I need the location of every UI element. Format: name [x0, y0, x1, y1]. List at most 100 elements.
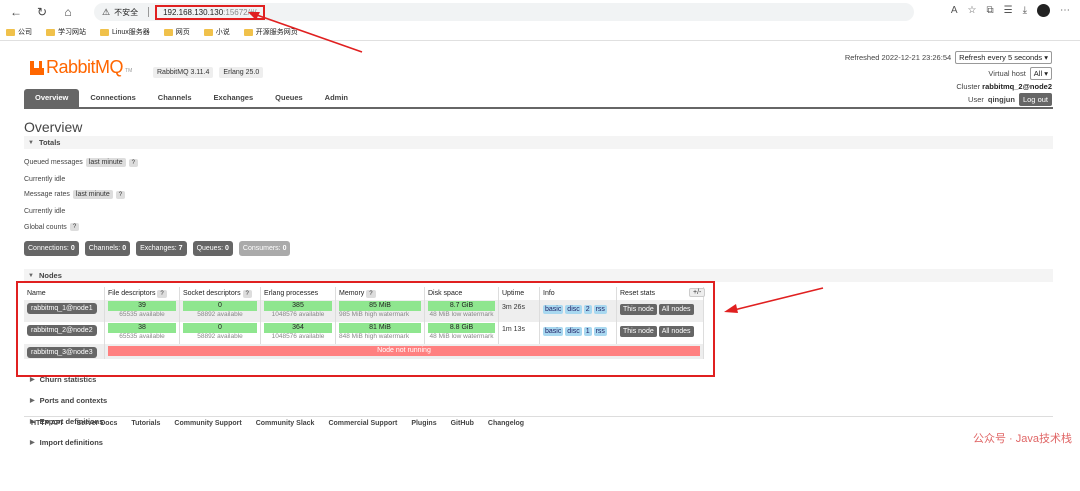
bookmark-item[interactable]: 学习网站: [46, 27, 86, 37]
bookmark-label: 小说: [215, 29, 230, 36]
info-badge[interactable]: rss: [593, 305, 607, 314]
info-badge[interactable]: 2: [583, 305, 592, 314]
churn-statistics-toggle[interactable]: ▶ Churn statistics: [30, 375, 96, 384]
footer-link-commercial-support[interactable]: Commercial Support: [328, 420, 397, 427]
collections-icon[interactable]: ☰: [1004, 5, 1013, 16]
footer-link-community-slack[interactable]: Community Slack: [256, 420, 315, 427]
nodes-table: Name File descriptors ? Socket descripto…: [24, 287, 704, 359]
sd-available: 58892 available: [197, 311, 243, 318]
column-toggle-button[interactable]: +/-: [689, 288, 706, 297]
col-info[interactable]: Info: [539, 287, 617, 300]
consumers-count[interactable]: Consumers: 0: [238, 241, 291, 256]
sd-bar: 0: [183, 323, 257, 333]
download-icon[interactable]: ⤓: [1023, 5, 1027, 16]
favorite-star-icon[interactable]: ☆: [968, 5, 977, 16]
footer-link-github[interactable]: GitHub: [451, 420, 474, 427]
tab-overview[interactable]: Overview: [24, 89, 80, 107]
col-erlang-processes[interactable]: Erlang processes: [260, 287, 336, 300]
bookmarks-bar: 公司 学习网站 Linux服务器 网页 小说 开源服务网页: [0, 24, 1080, 41]
bookmark-item[interactable]: Linux服务器: [100, 27, 150, 37]
col-socket-descriptors[interactable]: Socket descriptors ?: [179, 287, 261, 300]
channels-count[interactable]: Channels: 0: [84, 241, 131, 256]
exchanges-count[interactable]: Exchanges: 7: [136, 241, 187, 256]
node-link[interactable]: rabbitmq_2@node2: [27, 325, 97, 336]
help-button: ?: [366, 290, 376, 298]
footer-link-http-api[interactable]: HTTP API: [31, 420, 63, 427]
collapsed-triangle-icon: ▶: [30, 377, 35, 383]
address-bar[interactable]: ⚠ 不安全 192.168.130.130:15672/#/: [94, 3, 914, 21]
help-button[interactable]: ?: [115, 190, 126, 199]
section-title: Ports and contexts: [39, 396, 108, 405]
bookmark-item[interactable]: 公司: [6, 27, 32, 37]
bookmark-item[interactable]: 小说: [203, 27, 230, 37]
refresh-interval-select[interactable]: Refresh every 5 seconds ▾: [955, 51, 1052, 64]
import-definitions-toggle[interactable]: ▶ Import definitions: [30, 438, 103, 447]
profile-avatar[interactable]: [1037, 4, 1050, 17]
help-button[interactable]: ?: [128, 158, 138, 167]
totals-section-toggle[interactable]: ▼ Totals: [24, 136, 1053, 149]
footer-link-community-support[interactable]: Community Support: [174, 420, 241, 427]
help-button: ?: [242, 290, 252, 298]
global-counts: Connections: 0 Channels: 0 Exchanges: 7 …: [24, 241, 291, 256]
extensions-icon[interactable]: ⧉: [986, 5, 993, 16]
col-file-descriptors[interactable]: File descriptors ?: [104, 287, 180, 300]
ports-contexts-toggle[interactable]: ▶ Ports and contexts: [30, 396, 107, 405]
sd-available: 58892 available: [197, 333, 243, 340]
info-badge[interactable]: basic: [543, 327, 564, 336]
vhost-select[interactable]: All ▾: [1029, 67, 1052, 80]
queued-messages-row: Queued messages last minute ?: [24, 158, 138, 167]
rabbitmq-logo[interactable]: RabbitMQ TM: [30, 57, 132, 78]
more-icon[interactable]: ⋯: [1060, 5, 1070, 16]
help-button[interactable]: ?: [69, 223, 80, 231]
reload-icon[interactable]: ↻: [32, 2, 52, 22]
logo-text: RabbitMQ: [46, 57, 124, 77]
browser-actions: A ☆ ⧉ ☰ ⤓ ⋯: [951, 4, 1070, 17]
table-row: rabbitmq_3@node3 Node not running: [24, 344, 704, 359]
col-name[interactable]: Name: [24, 287, 105, 300]
col-disk-space[interactable]: Disk space: [424, 287, 499, 300]
footer-links: HTTP API Server Docs Tutorials Community…: [24, 416, 1053, 427]
node-link[interactable]: rabbitmq_1@node1: [27, 303, 97, 314]
footer-link-plugins[interactable]: Plugins: [411, 420, 436, 427]
info-badge[interactable]: basic: [543, 305, 564, 314]
info-badge[interactable]: disc: [565, 305, 582, 314]
tab-exchanges[interactable]: Exchanges: [203, 89, 265, 107]
reset-this-node-button[interactable]: This node: [620, 304, 657, 315]
refresh-status: Refreshed 2022-12-21 23:26:54 Refresh ev…: [845, 51, 1052, 64]
table-row: rabbitmq_2@node2 38 65535 available 0 5889…: [24, 322, 704, 344]
reset-all-nodes-button[interactable]: All nodes: [658, 304, 694, 315]
folder-icon: [100, 28, 109, 36]
url-host: 192.168.130.130: [163, 7, 224, 17]
footer-link-changelog[interactable]: Changelog: [488, 420, 524, 427]
info-badge[interactable]: 1: [583, 327, 592, 336]
queues-count[interactable]: Queues: 0: [192, 241, 233, 256]
info-badge[interactable]: disc: [565, 327, 582, 336]
reset-all-nodes-button[interactable]: All nodes: [658, 326, 694, 337]
footer-link-server-docs[interactable]: Server Docs: [77, 420, 118, 427]
col-uptime[interactable]: Uptime: [498, 287, 540, 300]
section-title: Nodes: [38, 271, 62, 280]
memory-watermark: 848 MiB high watermark: [339, 333, 410, 340]
reset-this-node-button[interactable]: This node: [620, 326, 657, 337]
queued-range-pill[interactable]: last minute: [85, 158, 126, 167]
address-divider: [148, 7, 150, 17]
ep-bar: 385: [264, 301, 332, 311]
info-badge[interactable]: rss: [593, 327, 607, 336]
col-memory[interactable]: Memory ?: [335, 287, 425, 300]
tab-connections[interactable]: Connections: [79, 89, 146, 107]
footer-link-tutorials[interactable]: Tutorials: [131, 420, 160, 427]
tab-admin[interactable]: Admin: [314, 89, 359, 107]
bookmark-item[interactable]: 网页: [163, 27, 190, 37]
read-aloud-icon[interactable]: A: [951, 5, 958, 16]
rates-range-pill[interactable]: last minute: [72, 190, 113, 199]
home-icon[interactable]: ⌂: [58, 2, 78, 22]
node-not-running-bar: Node not running: [108, 346, 700, 356]
connections-count[interactable]: Connections: 0: [24, 241, 79, 256]
node-link[interactable]: rabbitmq_3@node3: [27, 347, 97, 358]
disk-watermark: 48 MiB low watermark: [429, 311, 494, 318]
bookmark-label: 网页: [175, 29, 190, 36]
browser-toolbar: ← ↻ ⌂ ⚠ 不安全 192.168.130.130:15672/#/ A ☆…: [0, 0, 1080, 24]
tab-channels[interactable]: Channels: [147, 89, 203, 107]
back-icon[interactable]: ←: [6, 2, 26, 22]
tab-queues[interactable]: Queues: [264, 89, 314, 107]
